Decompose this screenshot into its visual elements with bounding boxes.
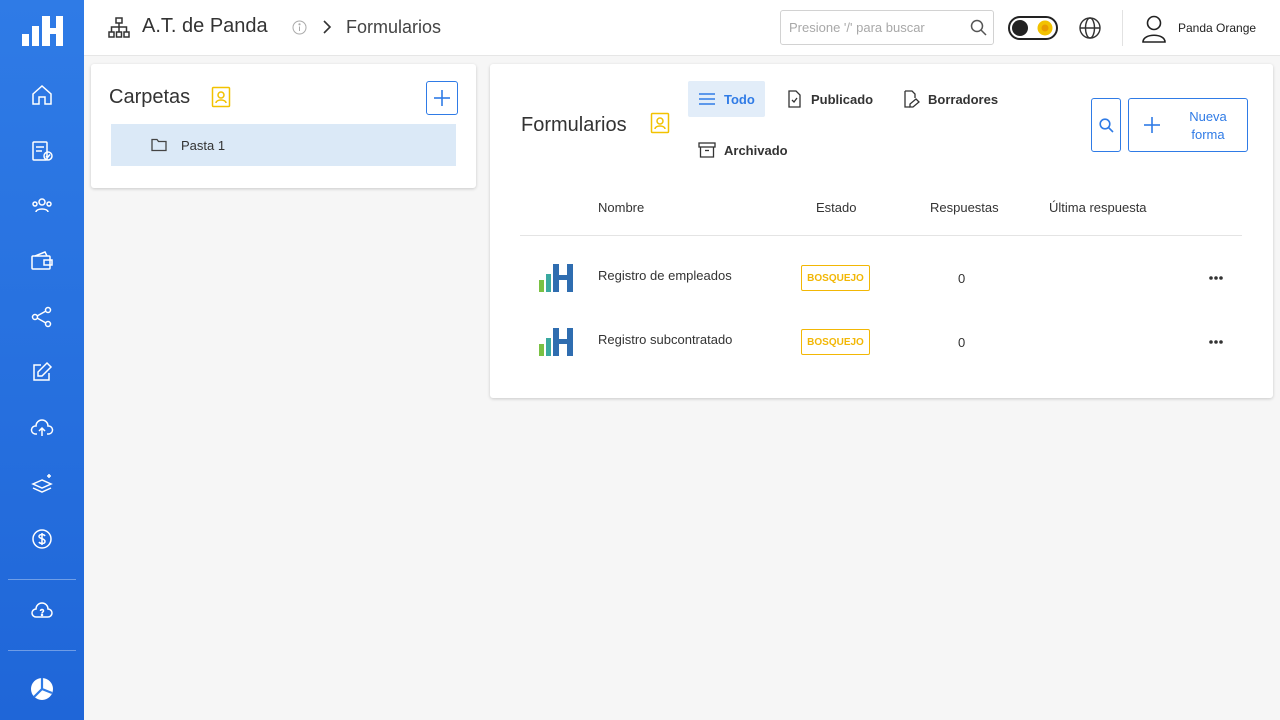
form-name[interactable]: Registro de empleados xyxy=(598,268,732,283)
header-divider xyxy=(1122,10,1123,46)
form-logo-icon xyxy=(539,328,573,356)
folders-panel: Carpetas Pasta 1 xyxy=(91,64,476,188)
tab-all[interactable]: Todo xyxy=(688,81,765,117)
table-divider xyxy=(520,235,1242,236)
share-icon[interactable] xyxy=(27,302,57,332)
forms-check-icon[interactable] xyxy=(27,136,57,166)
edit-icon[interactable] xyxy=(27,357,57,387)
folder-item-label: Pasta 1 xyxy=(181,137,226,153)
folder-item[interactable]: Pasta 1 xyxy=(111,124,456,166)
folders-title: Carpetas xyxy=(109,86,191,108)
responses-count: 0 xyxy=(958,335,966,350)
responses-count: 0 xyxy=(958,271,966,286)
wallet-icon[interactable] xyxy=(27,246,57,276)
users-icon[interactable] xyxy=(27,191,57,221)
forms-panel: Formularios Todo Publicado Borradores Ar… xyxy=(490,64,1273,398)
search-icon[interactable] xyxy=(970,19,987,36)
app-logo-icon[interactable] xyxy=(20,12,64,48)
dollar-icon[interactable] xyxy=(27,524,57,554)
forms-search-button[interactable] xyxy=(1091,98,1121,152)
layers-add-icon[interactable] xyxy=(27,469,57,499)
new-form-label: Nueva forma xyxy=(1189,109,1227,142)
info-icon[interactable] xyxy=(292,20,307,35)
document-check-icon xyxy=(788,90,801,108)
forms-title: Formularios xyxy=(521,114,627,136)
cloud-help-icon[interactable] xyxy=(27,595,57,625)
tab-published-label: Publicado xyxy=(811,91,874,107)
folder-icon xyxy=(151,138,167,152)
list-icon xyxy=(699,93,715,105)
user-name[interactable]: Panda Orange xyxy=(1178,21,1256,35)
cloud-upload-icon[interactable] xyxy=(27,413,57,443)
org-tree-icon xyxy=(108,17,130,38)
sidebar xyxy=(0,0,84,720)
plus-icon xyxy=(1144,117,1160,133)
document-edit-icon xyxy=(904,90,920,108)
plus-icon xyxy=(434,90,450,106)
home-icon[interactable] xyxy=(27,80,57,110)
sun-icon xyxy=(1037,20,1053,36)
archive-box-icon xyxy=(698,142,716,158)
tab-drafts[interactable]: Borradores xyxy=(892,81,1008,117)
sidebar-divider xyxy=(8,579,76,580)
tab-all-label: Todo xyxy=(724,91,755,107)
more-options-icon[interactable] xyxy=(1208,275,1224,281)
chevron-right-icon xyxy=(323,20,332,34)
add-folder-button[interactable] xyxy=(426,81,458,115)
pie-logo-icon[interactable] xyxy=(27,674,57,704)
top-header: A.T. de Panda Formularios Panda Orange xyxy=(84,0,1280,56)
new-form-button[interactable]: Nueva forma xyxy=(1128,98,1248,152)
column-header-status[interactable]: Estado xyxy=(816,200,856,215)
form-name[interactable]: Registro subcontratado xyxy=(598,332,732,347)
column-header-responses[interactable]: Respuestas xyxy=(930,200,999,215)
status-badge: BOSQUEJO xyxy=(801,329,870,355)
column-header-name[interactable]: Nombre xyxy=(598,200,644,215)
column-header-last-response[interactable]: Última respuesta xyxy=(1049,200,1147,215)
search-icon xyxy=(1098,117,1114,133)
global-search xyxy=(780,10,994,45)
contact-book-icon[interactable] xyxy=(650,112,670,134)
theme-toggle[interactable] xyxy=(1008,16,1058,40)
contact-book-icon[interactable] xyxy=(211,86,231,108)
form-logo-icon xyxy=(539,264,573,292)
globe-icon[interactable] xyxy=(1078,16,1102,40)
more-options-icon[interactable] xyxy=(1208,339,1224,345)
tab-published[interactable]: Publicado xyxy=(775,81,883,117)
tab-drafts-label: Borradores xyxy=(928,91,999,107)
status-badge: BOSQUEJO xyxy=(801,265,870,291)
user-avatar-icon[interactable] xyxy=(1140,14,1168,44)
tab-archived[interactable]: Archivado xyxy=(688,132,798,168)
sidebar-divider xyxy=(8,650,76,651)
tab-archived-label: Archivado xyxy=(724,142,788,158)
toggle-knob xyxy=(1012,20,1028,36)
org-name[interactable]: A.T. de Panda xyxy=(142,15,268,38)
search-input[interactable] xyxy=(781,11,961,44)
breadcrumb-current: Formularios xyxy=(346,17,442,37)
